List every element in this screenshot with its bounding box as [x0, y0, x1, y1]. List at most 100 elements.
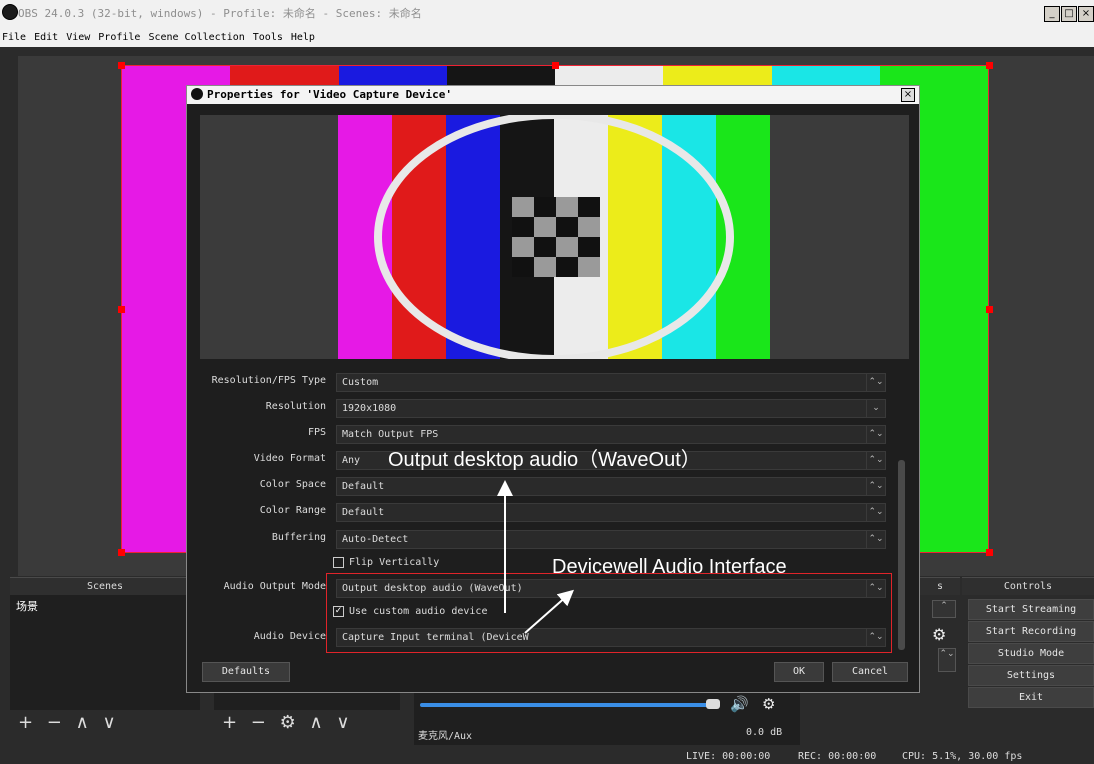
annotation-arrows — [497, 480, 574, 634]
dialog-title: Properties for 'Video Capture Device' — [207, 88, 453, 101]
field-label: Color Range — [259, 505, 326, 516]
checker-square — [556, 217, 578, 237]
resize-handle[interactable] — [986, 62, 993, 69]
field-value: Default — [342, 481, 385, 492]
checker-square — [578, 217, 600, 237]
field-value: Match Output FPS — [342, 429, 439, 440]
window-controls: _ □ × — [1043, 6, 1094, 22]
checker-square — [578, 237, 600, 257]
defaults-button[interactable]: Defaults — [202, 662, 290, 682]
dock-spin-up[interactable]: ⌃ — [932, 600, 956, 618]
field-select[interactable]: Custom ⌃⌄ — [336, 373, 886, 392]
select-arrow-icon: ⌄ — [866, 400, 885, 417]
test-pattern-overlay — [374, 115, 734, 359]
menu-bar: File Edit View Profile Scene Collection … — [0, 30, 321, 46]
volume-slider[interactable] — [420, 703, 710, 707]
checker-square — [534, 237, 556, 257]
dialog-title-bar: Properties for 'Video Capture Device' × — [187, 86, 919, 104]
scenes-toolbar[interactable]: + − ∧ ∨ — [18, 712, 120, 733]
resize-handle[interactable] — [986, 549, 993, 556]
checker-square — [578, 257, 600, 277]
menu-file[interactable]: File — [2, 30, 26, 46]
field-label: Color Space — [259, 479, 326, 490]
field-select[interactable]: 1920x1080 ⌄ — [336, 399, 886, 418]
resize-handle[interactable] — [986, 306, 993, 313]
status-cpu: CPU: 5.1%, 30.00 fps — [902, 751, 1023, 762]
obs-logo-icon — [191, 88, 203, 100]
controls-dock-header: Controls — [962, 577, 1094, 595]
checker-square — [512, 237, 534, 257]
title-bar: OBS 24.0.3 (32-bit, windows) - Profile: … — [0, 0, 1094, 30]
controls-dock: Controls Start Streaming Start Recording… — [962, 577, 1094, 747]
settings-button[interactable]: Settings — [968, 665, 1094, 686]
arrow-diag-line — [524, 589, 574, 634]
field-value: 1920x1080 — [342, 403, 397, 414]
window-title: OBS 24.0.3 (32-bit, windows) - Profile: … — [18, 7, 422, 20]
menu-scene-collection[interactable]: Scene Collection — [148, 30, 244, 46]
audio-output-mode-label: Audio Output Mode — [223, 581, 326, 592]
volume-slider-knob[interactable] — [706, 699, 720, 709]
field-value: Custom — [342, 377, 379, 388]
field-label: FPS — [307, 427, 326, 438]
field-value: Auto-Detect — [342, 534, 409, 545]
field-label: Resolution — [265, 401, 326, 412]
menu-view[interactable]: View — [66, 30, 90, 46]
field-select[interactable]: Default ⌃⌄ — [336, 503, 886, 522]
maximize-button[interactable]: □ — [1061, 6, 1077, 22]
checker-square — [512, 197, 534, 217]
sources-toolbar[interactable]: + − ⚙ ∧ ∨ — [222, 712, 354, 733]
menu-tools[interactable]: Tools — [253, 30, 283, 46]
checker-square — [556, 237, 578, 257]
select-arrow-icon: ⌃⌄ — [866, 426, 885, 443]
field-value: Any — [342, 455, 361, 466]
cancel-button[interactable]: Cancel — [832, 662, 908, 682]
field-select[interactable]: Default ⌃⌄ — [336, 477, 886, 496]
status-rec: REC: 00:00:00 — [798, 751, 877, 762]
start-streaming-button[interactable]: Start Streaming — [968, 599, 1094, 620]
select-arrow-icon: ⌃⌄ — [866, 531, 885, 548]
menu-profile[interactable]: Profile — [98, 30, 140, 46]
checker-square — [534, 257, 556, 277]
checker-square — [534, 217, 556, 237]
close-window-button[interactable]: × — [1078, 6, 1094, 22]
resize-handle[interactable] — [552, 62, 559, 69]
resize-handle[interactable] — [118, 306, 125, 313]
scene-item[interactable]: 场景 — [10, 595, 200, 617]
minimize-button[interactable]: _ — [1044, 6, 1060, 22]
mixer-gear-icon[interactable]: ⚙ — [762, 695, 775, 713]
checker-square — [556, 197, 578, 217]
dialog-scrollbar[interactable] — [898, 460, 905, 650]
sources-dock-header-fragment: s — [920, 577, 960, 595]
field-select[interactable]: Match Output FPS ⌃⌄ — [336, 425, 886, 444]
dock-spin-updown[interactable]: ⌃⌄ — [938, 648, 956, 672]
annotation-top: Output desktop audio（WaveOut） — [388, 449, 701, 471]
resize-handle[interactable] — [118, 62, 125, 69]
start-recording-button[interactable]: Start Recording — [968, 621, 1094, 642]
status-live: LIVE: 00:00:00 — [686, 751, 771, 762]
resize-handle[interactable] — [118, 549, 125, 556]
checkerboard-pattern — [512, 197, 600, 277]
field-label: Resolution/FPS Type — [211, 375, 326, 386]
speaker-icon[interactable]: 🔊 — [730, 695, 749, 713]
ok-button[interactable]: OK — [774, 662, 824, 682]
menu-help[interactable]: Help — [291, 30, 315, 46]
select-arrow-icon: ⌃⌄ — [866, 478, 885, 495]
flip-vertically-checkbox[interactable] — [333, 557, 344, 568]
field-value: Default — [342, 507, 385, 518]
highlight-box — [326, 573, 892, 653]
obs-logo-icon — [2, 4, 18, 20]
select-arrow-icon: ⌃⌄ — [866, 374, 885, 391]
audio-device-label: Audio Device — [253, 631, 326, 642]
flip-vertically-label: Flip Vertically — [349, 557, 440, 568]
checker-square — [512, 217, 534, 237]
field-select[interactable]: Auto-Detect ⌃⌄ — [336, 530, 886, 549]
checker-square — [534, 197, 556, 217]
field-label: Buffering — [271, 532, 326, 543]
menu-edit[interactable]: Edit — [34, 30, 58, 46]
exit-button[interactable]: Exit — [968, 687, 1094, 708]
studio-mode-button[interactable]: Studio Mode — [968, 643, 1094, 664]
checker-square — [556, 257, 578, 277]
dialog-close-button[interactable]: × — [901, 88, 915, 102]
mixer-level: 0.0 dB — [746, 727, 783, 738]
sources-gear-icon[interactable]: ⚙ — [932, 625, 946, 644]
